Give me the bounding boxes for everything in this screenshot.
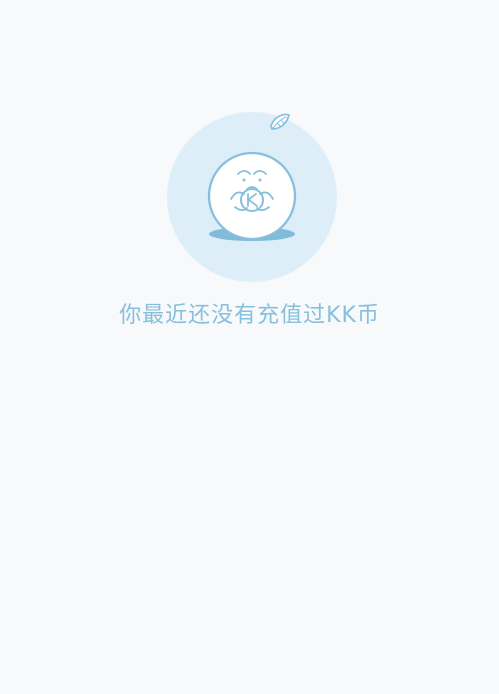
empty-state: 你最近还没有充值过KK币	[0, 0, 499, 694]
recharge-history-screen: 你最近还没有充值过KK币	[0, 0, 499, 694]
empty-message: 你最近还没有充值过KK币	[119, 303, 380, 328]
sad-kk-coin-mascot-icon	[167, 112, 337, 282]
